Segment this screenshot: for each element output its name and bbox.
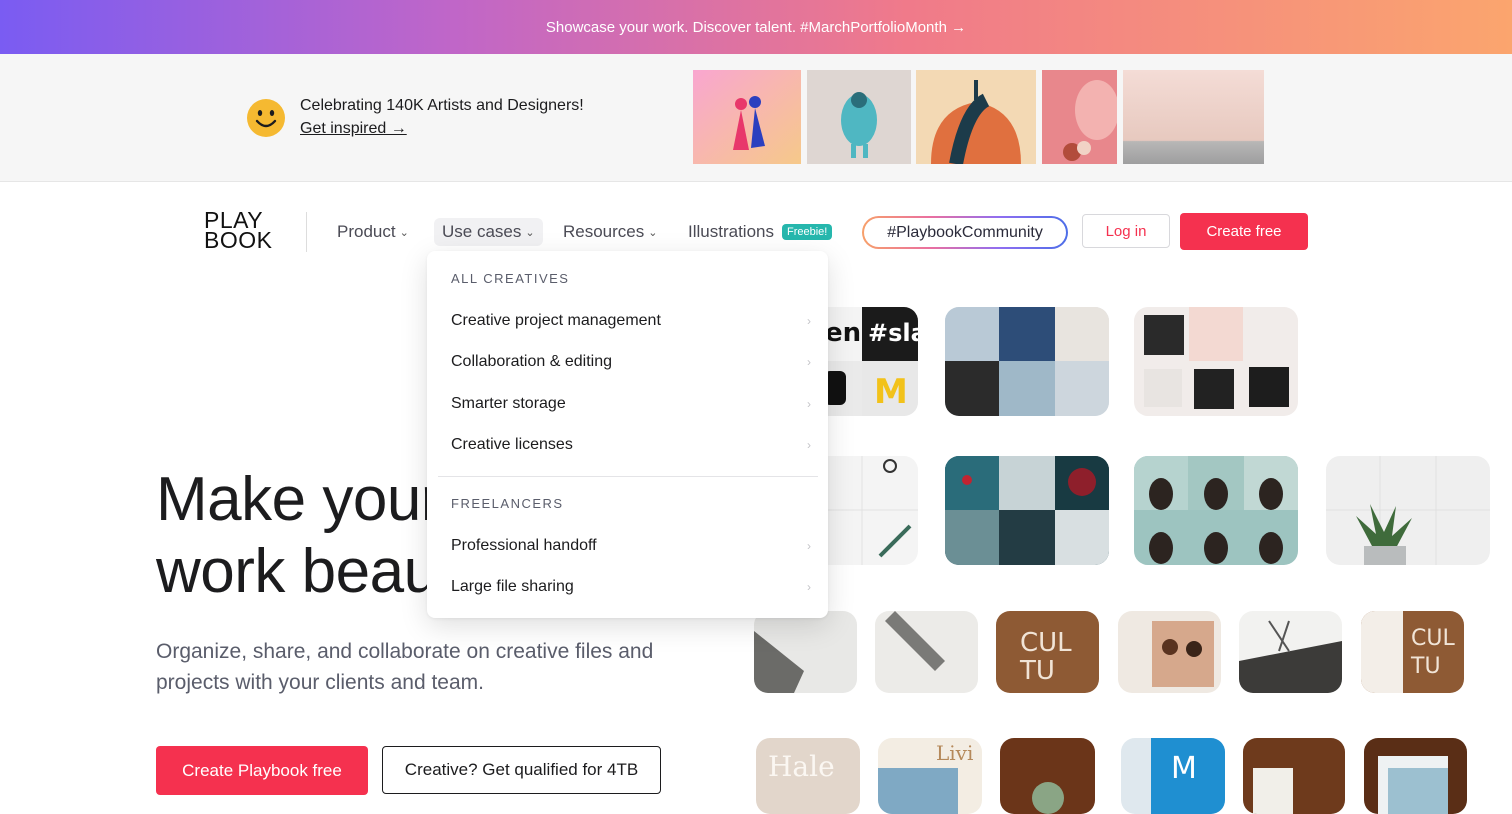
svg-text:CUL: CUL: [1411, 626, 1455, 651]
showcase-thumb-flowers[interactable]: [1042, 70, 1119, 164]
dropdown-item-label: Creative licenses: [451, 436, 573, 453]
grid-image-magazines[interactable]: [945, 307, 1109, 416]
get-inspired-link[interactable]: Get inspired →: [300, 120, 407, 138]
grid-image-notebooks[interactable]: [1134, 307, 1298, 416]
dropdown-item-label: Professional handoff: [451, 537, 597, 554]
svg-text:en: en: [825, 318, 861, 348]
nav-product[interactable]: Product ⌄: [329, 218, 417, 246]
dropdown-item-label: Large file sharing: [451, 578, 574, 595]
login-button[interactable]: Log in: [1082, 214, 1170, 248]
grid-image-magazine-m[interactable]: M: [1121, 738, 1225, 814]
hero-title: Make your work beau: [156, 464, 441, 608]
freebie-badge: Freebie!: [781, 224, 833, 240]
hero-subtitle: Organize, share, and collaborate on crea…: [156, 640, 654, 694]
svg-text:#sla: #sla: [868, 319, 918, 347]
grid-image-group-photo[interactable]: [1118, 611, 1221, 693]
create-playbook-free-button[interactable]: Create Playbook free: [156, 746, 368, 795]
showcase-thumb-dancers[interactable]: [693, 70, 801, 164]
dropdown-item-smarter-storage[interactable]: Smarter storage ›: [451, 395, 811, 413]
nav-resources[interactable]: Resources ⌄: [555, 218, 665, 246]
dropdown-item-large-file-sharing[interactable]: Large file sharing ›: [451, 578, 811, 596]
dropdown-item-label: Smarter storage: [451, 395, 566, 412]
nav-resources-label: Resources: [563, 222, 645, 241]
chevron-right-icon: ›: [807, 580, 811, 594]
grid-image-portraits[interactable]: [1134, 456, 1298, 565]
chevron-right-icon: ›: [807, 397, 811, 411]
use-cases-dropdown: ALL CREATIVES Creative project managemen…: [427, 251, 828, 618]
community-button[interactable]: #PlaybookCommunity: [862, 216, 1068, 249]
grid-image-culture-cover-2[interactable]: CUL TU: [1361, 611, 1464, 693]
hero-title-line-2: work beau: [156, 537, 438, 606]
celebrate-title: Celebrating 140K Artists and Designers!: [300, 97, 584, 114]
create-free-button[interactable]: Create free: [1180, 213, 1308, 250]
dropdown-item-label: Collaboration & editing: [451, 353, 612, 370]
svg-text:Hale: Hale: [768, 750, 835, 783]
community-label: #PlaybookCommunity: [864, 218, 1066, 247]
nav-divider: [306, 212, 307, 252]
announcement-bar[interactable]: Showcase your work. Discover talent. #Ma…: [0, 0, 1512, 54]
dropdown-item-creative-project-management[interactable]: Creative project management ›: [451, 312, 811, 330]
playbook-logo[interactable]: PLAY BOOK: [204, 209, 278, 253]
showcase-thumb-monster[interactable]: [807, 70, 911, 164]
dropdown-item-professional-handoff[interactable]: Professional handoff ›: [451, 537, 811, 555]
svg-text:Livi: Livi: [936, 741, 973, 765]
hero-title-line-1: Make your: [156, 465, 441, 534]
grid-image-living-magazine[interactable]: Livi: [878, 738, 982, 814]
grid-image-book-open-1[interactable]: [754, 611, 857, 693]
dropdown-item-label: Creative project management: [451, 312, 661, 329]
svg-text:CUL: CUL: [1020, 628, 1072, 658]
svg-text:TU: TU: [1019, 656, 1055, 686]
grid-image-hale-cover[interactable]: Hale: [756, 738, 860, 814]
smiley-icon: [247, 99, 285, 137]
dropdown-divider: [438, 476, 818, 477]
announcement-link[interactable]: Showcase your work. Discover talent. #Ma…: [546, 19, 966, 36]
dropdown-section-freelancers: FREELANCERS: [451, 496, 564, 511]
dropdown-section-all-creatives: ALL CREATIVES: [451, 271, 570, 286]
chevron-right-icon: ›: [807, 539, 811, 553]
logo-line-2: BOOK: [204, 227, 273, 253]
grid-image-teatime[interactable]: [945, 456, 1109, 565]
showcase-thumb-hand[interactable]: [916, 70, 1036, 166]
dropdown-item-collaboration-editing[interactable]: Collaboration & editing ›: [451, 353, 811, 371]
get-qualified-button[interactable]: Creative? Get qualified for 4TB: [382, 746, 661, 794]
grid-image-succulent[interactable]: [1326, 456, 1490, 565]
svg-text:M: M: [1171, 751, 1197, 786]
nav-illustrations[interactable]: Illustrations Freebie!: [680, 218, 840, 246]
grid-image-tree-book[interactable]: [1239, 611, 1342, 693]
svg-text:M: M: [874, 372, 908, 412]
grid-image-plant-wood[interactable]: [1000, 738, 1095, 814]
chevron-down-icon: ⌄: [399, 226, 409, 239]
svg-text:TU: TU: [1410, 654, 1441, 679]
chevron-right-icon: ›: [807, 438, 811, 452]
nav-product-label: Product: [337, 222, 396, 241]
grid-image-living-stack[interactable]: [1364, 738, 1467, 814]
nav-illustrations-label: Illustrations: [688, 222, 774, 241]
chevron-right-icon: ›: [807, 355, 811, 369]
chevron-down-icon: ⌄: [525, 226, 535, 239]
grid-image-culture-cover-1[interactable]: CUL TU: [996, 611, 1099, 693]
showcase-thumb-seascape[interactable]: [1123, 70, 1264, 164]
chevron-down-icon: ⌄: [648, 226, 658, 239]
chevron-right-icon: ›: [807, 314, 811, 328]
nav-use-cases[interactable]: Use cases ⌄: [434, 218, 543, 246]
grid-image-book-open-2[interactable]: [875, 611, 978, 693]
nav-use-cases-label: Use cases: [442, 222, 522, 241]
dropdown-item-creative-licenses[interactable]: Creative licenses ›: [451, 436, 811, 454]
grid-image-wood-desk[interactable]: [1243, 738, 1345, 814]
